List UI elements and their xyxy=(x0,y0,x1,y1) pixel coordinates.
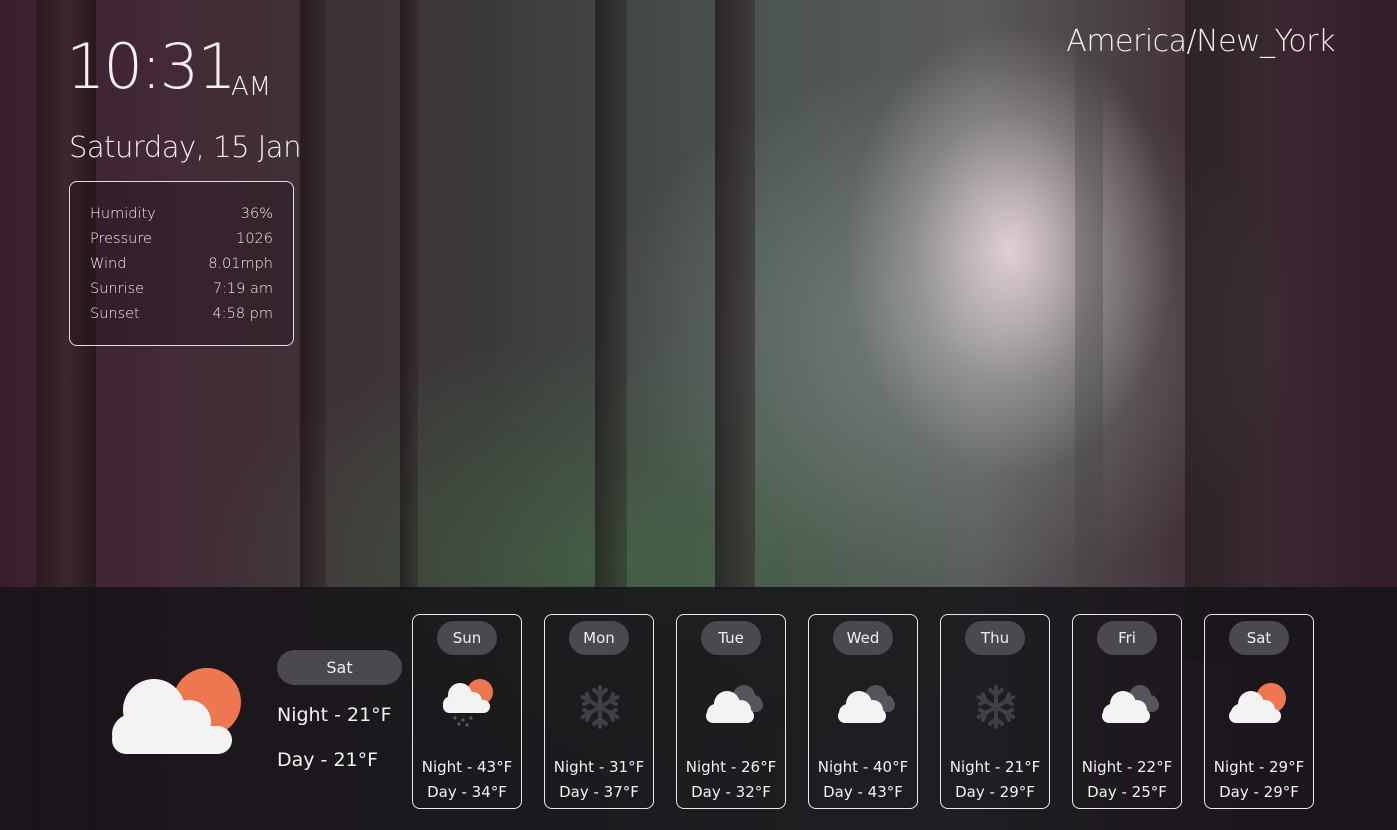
forecast-card-mon: Mon Night - 31°F Day - 37°F xyxy=(544,614,654,809)
forecast-night-temp: Night - 26°F xyxy=(685,758,777,776)
snowflake-icon xyxy=(976,685,1016,729)
detail-row-pressure: Pressure 1026 xyxy=(90,230,273,255)
forecast-night-temp: Night - 21°F xyxy=(949,758,1041,776)
forecast-day-temp: Day - 34°F xyxy=(427,783,507,801)
forecast-night-temp: Night - 40°F xyxy=(817,758,909,776)
detail-label: Wind xyxy=(90,256,127,272)
forecast-card-sun: Sun Night - 43°F Day - 34°F xyxy=(412,614,522,809)
forecast-day-temp: Day - 37°F xyxy=(559,783,639,801)
detail-row-wind: Wind 8.01mph xyxy=(90,255,273,280)
snowflake-icon xyxy=(580,685,620,729)
forecast-card-wed: Wed Night - 40°F Day - 43°F xyxy=(808,614,918,809)
forecast-day-temp: Day - 25°F xyxy=(1087,783,1167,801)
detail-label: Pressure xyxy=(90,231,152,247)
detail-value: 1026 xyxy=(236,231,273,247)
weather-app: 10:31 AM Saturday, 15 Jan America/New_Yo… xyxy=(0,0,1397,830)
background-tree xyxy=(300,0,326,590)
forecast-night-temp: Night - 43°F xyxy=(421,758,513,776)
rain-partly-cloudy-icon xyxy=(443,679,493,727)
detail-value: 4:58 pm xyxy=(212,306,274,322)
background-tree xyxy=(1185,0,1275,660)
forecast-day-pill: Mon xyxy=(569,621,629,655)
today-day-temp: Day - 21°F xyxy=(277,749,379,771)
forecast-card-sat: Sat Night - 29°F Day - 29°F xyxy=(1204,614,1314,809)
forecast-day-pill: Fri xyxy=(1097,621,1157,655)
forecast-card-fri: Fri Night - 22°F Day - 25°F xyxy=(1072,614,1182,809)
detail-row-sunrise: Sunrise 7:19 am xyxy=(90,280,273,305)
clock-time: 10:31 xyxy=(66,30,237,103)
forecast-night-temp: Night - 22°F xyxy=(1081,758,1173,776)
detail-value: 8.01mph xyxy=(208,256,273,272)
forecast-day-temp: Day - 29°F xyxy=(1219,783,1299,801)
forecast-day-temp: Day - 43°F xyxy=(823,783,903,801)
weather-details-panel: Humidity 36% Pressure 1026 Wind 8.01mph … xyxy=(69,181,294,346)
today-night-temp: Night - 21°F xyxy=(277,704,392,726)
forecast-card-tue: Tue Night - 26°F Day - 32°F xyxy=(676,614,786,809)
forecast-day-pill: Thu xyxy=(965,621,1025,655)
partly-cloudy-icon xyxy=(112,668,241,754)
forecast-day-pill: Sat xyxy=(1229,621,1289,655)
detail-row-sunset: Sunset 4:58 pm xyxy=(90,305,273,330)
cloudy-icon xyxy=(1102,685,1159,723)
today-day-pill: Sat xyxy=(277,650,402,685)
forecast-day-temp: Day - 29°F xyxy=(955,783,1035,801)
cloudy-icon xyxy=(838,685,895,723)
background-tree xyxy=(1075,0,1103,590)
current-date: Saturday, 15 Jan xyxy=(69,130,301,164)
forecast-night-temp: Night - 29°F xyxy=(1213,758,1305,776)
background-tree xyxy=(400,0,418,590)
clock-ampm: AM xyxy=(231,72,272,102)
timezone-label: America/New_York xyxy=(1066,24,1335,59)
forecast-card-thu: Thu Night - 21°F Day - 29°F xyxy=(940,614,1050,809)
detail-label: Sunset xyxy=(90,306,140,322)
detail-label: Sunrise xyxy=(90,281,145,297)
background-tree xyxy=(715,0,755,590)
detail-label: Humidity xyxy=(90,206,156,222)
detail-value: 7:19 am xyxy=(212,281,273,297)
background-tree xyxy=(595,0,627,590)
detail-row-humidity: Humidity 36% xyxy=(90,205,273,230)
forecast-day-temp: Day - 32°F xyxy=(691,783,771,801)
forecast-day-pill: Tue xyxy=(701,621,761,655)
forecast-night-temp: Night - 31°F xyxy=(553,758,645,776)
cloudy-icon xyxy=(706,685,763,723)
forecast-day-pill: Sun xyxy=(437,621,497,655)
detail-value: 36% xyxy=(240,206,273,222)
forecast-day-pill: Wed xyxy=(833,621,893,655)
partly-cloudy-icon xyxy=(1229,683,1286,723)
